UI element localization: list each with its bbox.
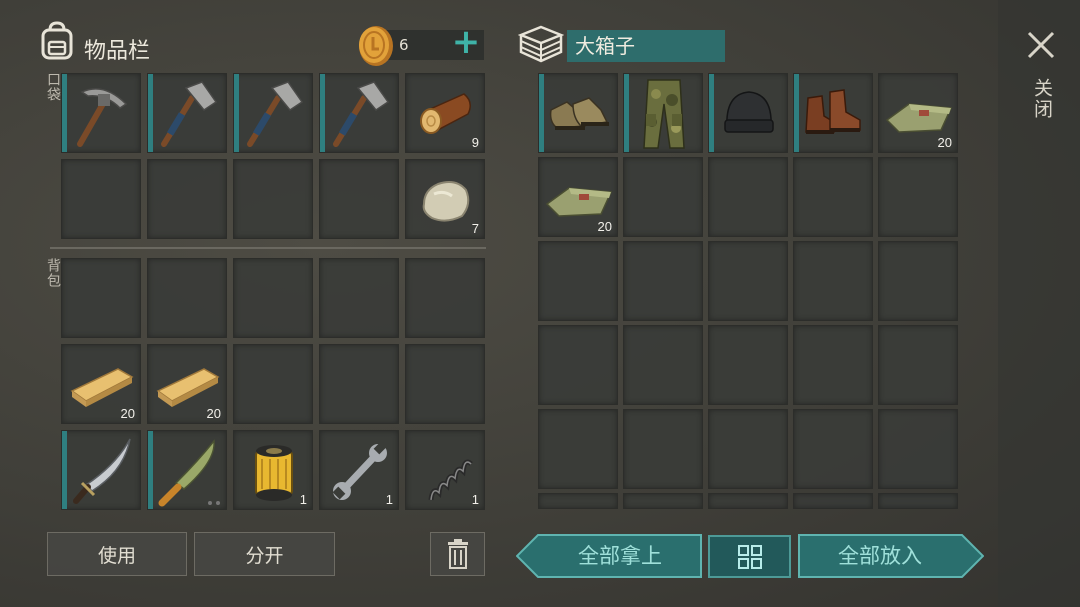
chest-slot[interactable]: [538, 241, 618, 321]
chest-slot[interactable]: [793, 73, 873, 153]
chest-slot[interactable]: [793, 241, 873, 321]
pocket-slot[interactable]: [147, 73, 227, 153]
backpack-slot[interactable]: [233, 344, 313, 424]
trash-button[interactable]: [430, 532, 485, 576]
chest-title: 大箱子: [567, 30, 725, 62]
backpack-label: 背包: [45, 258, 61, 288]
chest-slot[interactable]: [708, 157, 788, 237]
pocket-slot[interactable]: [319, 73, 399, 153]
chest-slot[interactable]: [623, 241, 703, 321]
coin-icon: [356, 24, 396, 68]
coin-count: 6: [399, 36, 409, 54]
inventory-title: 物品栏: [84, 39, 151, 64]
pocket-slot[interactable]: 9: [405, 73, 485, 153]
backpack-slot[interactable]: [61, 430, 141, 510]
item-count: 20: [937, 135, 952, 150]
chest-slot[interactable]: [793, 325, 873, 405]
backpack-slot[interactable]: 1: [405, 430, 485, 510]
backpack-icon: [38, 20, 76, 62]
pocket-slot[interactable]: [319, 159, 399, 239]
chest-slot[interactable]: [793, 157, 873, 237]
chest-slot[interactable]: [538, 409, 618, 489]
backpack-slot[interactable]: 20: [61, 344, 141, 424]
item-count: 20: [206, 406, 221, 421]
divider: [50, 247, 486, 249]
put-all-button[interactable]: 全部放入: [798, 534, 984, 578]
chest-slot[interactable]: 20: [878, 73, 958, 153]
close-icon: [1027, 31, 1055, 59]
pocket-slot[interactable]: 7: [405, 159, 485, 239]
chest-slot[interactable]: [538, 493, 618, 509]
add-coins-button[interactable]: +: [450, 24, 482, 60]
sort-button[interactable]: [708, 535, 791, 578]
chest-slot[interactable]: [708, 409, 788, 489]
item-count: 1: [299, 492, 307, 507]
backpack-slot[interactable]: 1: [233, 430, 313, 510]
chest-slot[interactable]: [793, 409, 873, 489]
close-button[interactable]: 关闭: [1024, 28, 1058, 128]
take-all-button[interactable]: 全部拿上: [516, 534, 702, 578]
chest-icon: [517, 24, 565, 64]
pocket-slot[interactable]: [233, 73, 313, 153]
split-button[interactable]: 分开: [194, 532, 335, 576]
backpack-slot[interactable]: 20: [147, 344, 227, 424]
chest-slot[interactable]: [623, 493, 703, 509]
chest-slot[interactable]: [708, 73, 788, 153]
backpack-slot[interactable]: [319, 258, 399, 338]
chest-slot[interactable]: [623, 325, 703, 405]
chest-slot[interactable]: [623, 409, 703, 489]
backpack-slot[interactable]: [319, 344, 399, 424]
backpack-slot[interactable]: [405, 344, 485, 424]
pocket-label: 口袋: [45, 72, 61, 102]
chest-slot[interactable]: [878, 493, 958, 509]
chest-slot[interactable]: [878, 325, 958, 405]
close-label: 关闭: [1031, 78, 1053, 120]
item-count: 1: [385, 492, 393, 507]
chest-slot[interactable]: [538, 325, 618, 405]
item-count: 20: [120, 406, 135, 421]
pocket-slot[interactable]: [233, 159, 313, 239]
pocket-slot[interactable]: [61, 73, 141, 153]
chest-slot[interactable]: [878, 409, 958, 489]
use-button[interactable]: 使用: [47, 532, 187, 576]
item-count: 1: [471, 492, 479, 507]
put-all-label: 全部放入: [838, 544, 922, 568]
chest-slot[interactable]: [623, 73, 703, 153]
chest-slot[interactable]: [878, 241, 958, 321]
backpack-slot[interactable]: [61, 258, 141, 338]
chest-slot[interactable]: [878, 157, 958, 237]
chest-slot[interactable]: [708, 325, 788, 405]
backpack-slot[interactable]: [147, 430, 227, 510]
backpack-slot[interactable]: [147, 258, 227, 338]
chest-slot[interactable]: [623, 157, 703, 237]
backpack-slot[interactable]: 1: [319, 430, 399, 510]
item-count: 20: [597, 219, 612, 234]
pocket-slot[interactable]: [147, 159, 227, 239]
item-count: 9: [471, 135, 479, 150]
take-all-label: 全部拿上: [578, 544, 662, 568]
chest-slot[interactable]: 20: [538, 157, 618, 237]
trash-icon: [447, 539, 468, 569]
chest-slot[interactable]: [708, 241, 788, 321]
backpack-slot[interactable]: [405, 258, 485, 338]
chest-slot[interactable]: [538, 73, 618, 153]
pocket-slot[interactable]: [61, 159, 141, 239]
chest-slot[interactable]: [708, 493, 788, 509]
item-count: 7: [471, 221, 479, 236]
grid-icon: [738, 545, 762, 569]
chest-slot[interactable]: [793, 493, 873, 509]
backpack-slot[interactable]: [233, 258, 313, 338]
